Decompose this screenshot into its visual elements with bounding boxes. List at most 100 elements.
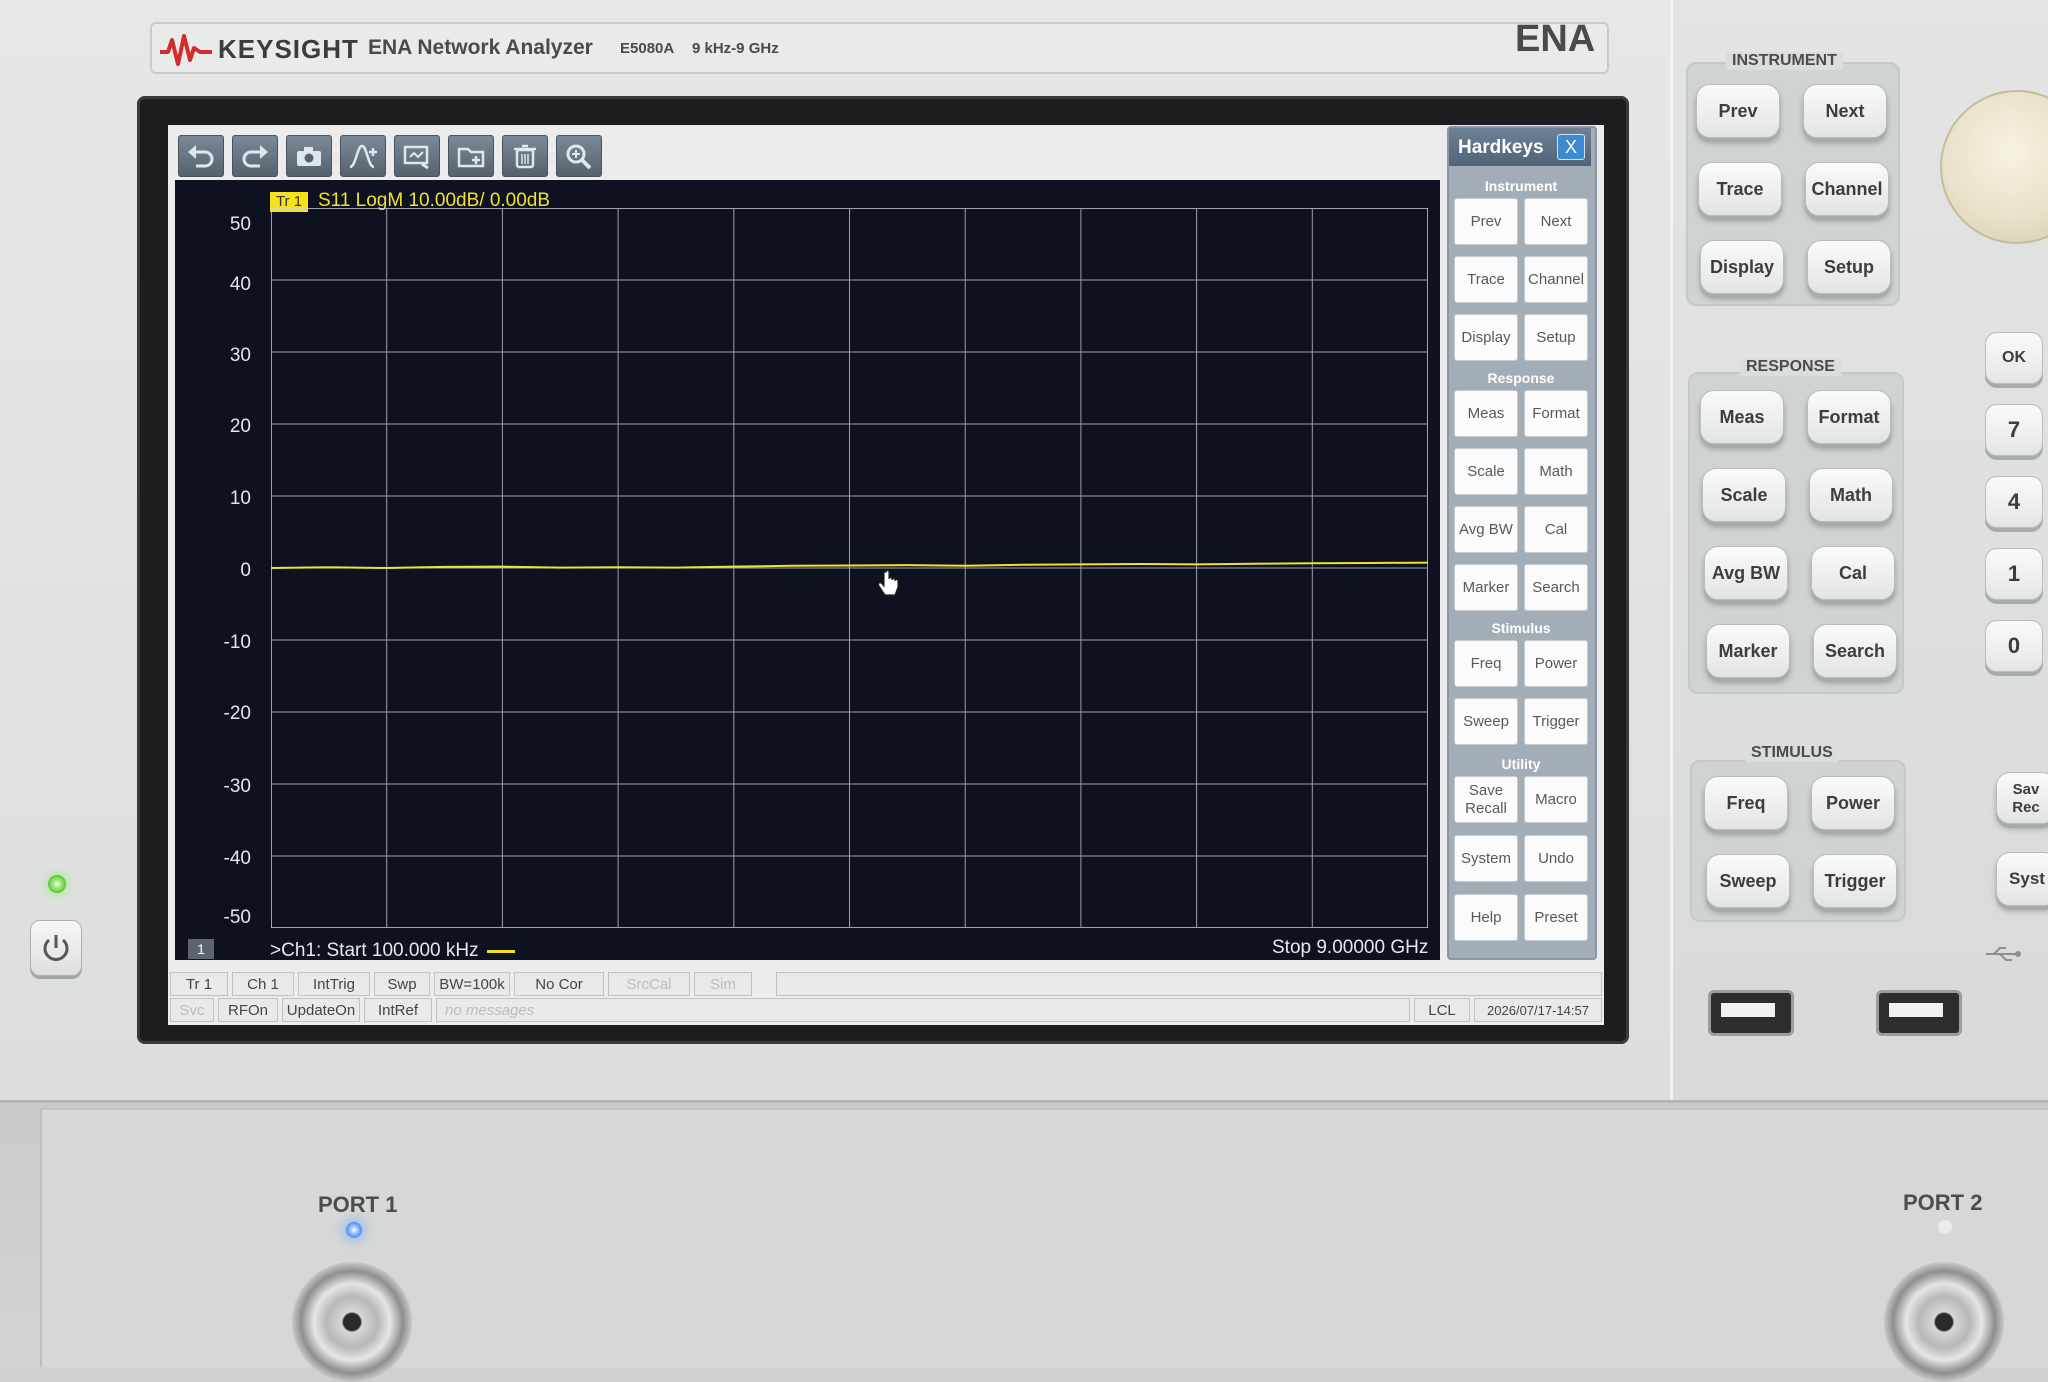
undo-button[interactable]	[178, 135, 224, 177]
zoom-icon	[566, 144, 592, 170]
status-datetime: 2026/07/17-14:57	[1474, 998, 1602, 1022]
hardkey-sweep-button[interactable]: Sweep	[1454, 698, 1518, 745]
hardkey-preset-button[interactable]: Preset	[1524, 894, 1588, 941]
screenshot-camera-button[interactable]	[286, 135, 332, 177]
panel-power-key[interactable]: Power	[1811, 776, 1895, 830]
status-rfon[interactable]: RFOn	[218, 998, 278, 1022]
model-number: E5080A	[620, 40, 675, 57]
panel-prev-key[interactable]: Prev	[1696, 84, 1780, 138]
y-tick-label: 10	[229, 488, 251, 509]
numeric-key-4[interactable]: 4	[1985, 476, 2043, 528]
hardkey-save-recall-button[interactable]: Save Recall	[1454, 776, 1518, 823]
window-button[interactable]	[394, 135, 440, 177]
hardkey-channel-button[interactable]: Channel	[1524, 256, 1588, 303]
hardkey-format-button[interactable]: Format	[1524, 390, 1588, 437]
numeric-key-ok[interactable]: OK	[1985, 332, 2043, 384]
status-bw-100k[interactable]: BW=100k	[434, 972, 510, 996]
marker-add-button[interactable]	[340, 135, 386, 177]
hardkey-marker-button[interactable]: Marker	[1454, 564, 1518, 611]
panel-avg-bw-key[interactable]: Avg BW	[1704, 546, 1788, 600]
status-updateon[interactable]: UpdateOn	[282, 998, 360, 1022]
file-button[interactable]	[448, 135, 494, 177]
panel-freq-key[interactable]: Freq	[1704, 776, 1788, 830]
hardkey-next-button[interactable]: Next	[1524, 198, 1588, 245]
hardkey-system-button[interactable]: System	[1454, 835, 1518, 882]
panel-cal-key[interactable]: Cal	[1811, 546, 1895, 600]
status-sim[interactable]: Sim	[694, 972, 752, 996]
y-tick-label: 50	[229, 214, 251, 235]
panel-channel-key[interactable]: Channel	[1805, 162, 1889, 216]
hardkey-meas-button[interactable]: Meas	[1454, 390, 1518, 437]
panel-display-key[interactable]: Display	[1700, 240, 1784, 294]
hardkeys-section-utility: Utility	[1501, 756, 1541, 772]
hardkey-math-button[interactable]: Math	[1524, 448, 1588, 495]
zoom-button[interactable]	[556, 135, 602, 177]
status-intref[interactable]: IntRef	[364, 998, 432, 1022]
panel-search-key[interactable]: Search	[1813, 624, 1897, 678]
hardkey-undo-button[interactable]: Undo	[1524, 835, 1588, 882]
port1-connector[interactable]	[292, 1262, 412, 1382]
save-recall-hardkey-partial[interactable]: Sav Rec	[1996, 772, 2048, 824]
panel-format-key[interactable]: Format	[1807, 390, 1891, 444]
brand-name: KEYSIGHT	[218, 34, 359, 64]
instrument-group-title: INSTRUMENT	[1726, 52, 1843, 70]
status-srccal[interactable]: SrcCal	[608, 972, 690, 996]
panel-sweep-key[interactable]: Sweep	[1706, 854, 1790, 908]
port2-connector[interactable]	[1884, 1262, 2004, 1382]
y-tick-label: 30	[229, 345, 251, 366]
hardkeys-close-button[interactable]: X	[1557, 134, 1585, 160]
panel-next-key[interactable]: Next	[1803, 84, 1887, 138]
panel-trace-key[interactable]: Trace	[1698, 162, 1782, 216]
status-ch-1[interactable]: Ch 1	[232, 972, 294, 996]
hardkey-display-button[interactable]: Display	[1454, 314, 1518, 361]
status-inttrig[interactable]: IntTrig	[298, 972, 370, 996]
hand-cursor-icon	[878, 570, 899, 596]
status-filler	[776, 972, 1602, 996]
hardkey-help-button[interactable]: Help	[1454, 894, 1518, 941]
status-tr-1[interactable]: Tr 1	[170, 972, 228, 996]
port1-led	[346, 1222, 362, 1238]
hardkeys-section-instrument: Instrument	[1484, 178, 1558, 194]
panel-trigger-key[interactable]: Trigger	[1813, 854, 1897, 908]
numeric-key-7[interactable]: 7	[1985, 404, 2043, 456]
hardkey-cal-button[interactable]: Cal	[1524, 506, 1588, 553]
status-svc[interactable]: Svc	[170, 998, 214, 1022]
redo-icon	[242, 145, 268, 168]
panel-scale-key[interactable]: Scale	[1702, 468, 1786, 522]
undo-icon	[188, 145, 214, 168]
hardkeys-section-stimulus: Stimulus	[1491, 620, 1551, 636]
usb-port-2[interactable]	[1876, 990, 1962, 1036]
channel-badge[interactable]: 1	[188, 939, 214, 959]
hardkey-freq-button[interactable]: Freq	[1454, 640, 1518, 687]
panel-setup-key[interactable]: Setup	[1807, 240, 1891, 294]
numeric-key-0[interactable]: 0	[1985, 620, 2043, 672]
status-no-cor[interactable]: No Cor	[514, 972, 604, 996]
system-hardkey-partial[interactable]: Syst	[1996, 852, 2048, 906]
hardkey-trace-button[interactable]: Trace	[1454, 256, 1518, 303]
power-button[interactable]	[30, 920, 82, 976]
stop-frequency[interactable]: Stop 9.00000 GHz	[1272, 937, 1428, 959]
panel-math-key[interactable]: Math	[1809, 468, 1893, 522]
marker-icon	[349, 144, 377, 169]
redo-button[interactable]	[232, 135, 278, 177]
panel-meas-key[interactable]: Meas	[1700, 390, 1784, 444]
hardkey-search-button[interactable]: Search	[1524, 564, 1588, 611]
start-frequency[interactable]: >Ch1: Start 100.000 kHz	[270, 940, 479, 962]
status-swp[interactable]: Swp	[374, 972, 430, 996]
delete-button[interactable]	[502, 135, 548, 177]
y-tick-label: 20	[229, 416, 251, 437]
camera-icon	[297, 147, 321, 166]
y-tick-label: 40	[229, 274, 251, 295]
hardkey-scale-button[interactable]: Scale	[1454, 448, 1518, 495]
hardkey-power-button[interactable]: Power	[1524, 640, 1588, 687]
hardkey-macro-button[interactable]: Macro	[1524, 776, 1588, 823]
series-label: ENA	[1515, 18, 1596, 60]
numeric-key-1[interactable]: 1	[1985, 548, 2043, 600]
trace-color-swatch	[487, 950, 515, 953]
hardkey-avg-bw-button[interactable]: Avg BW	[1454, 506, 1518, 553]
panel-marker-key[interactable]: Marker	[1706, 624, 1790, 678]
hardkey-setup-button[interactable]: Setup	[1524, 314, 1588, 361]
hardkey-prev-button[interactable]: Prev	[1454, 198, 1518, 245]
hardkey-trigger-button[interactable]: Trigger	[1524, 698, 1588, 745]
usb-port-1[interactable]	[1708, 990, 1794, 1036]
